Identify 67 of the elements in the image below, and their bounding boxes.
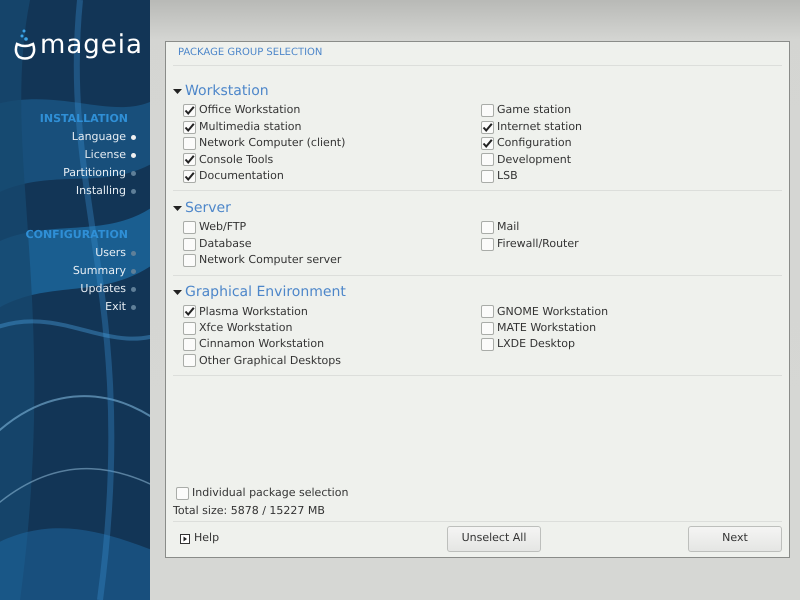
logo-text: mageia [40, 30, 143, 60]
step-label: License [84, 146, 126, 163]
checkbox[interactable] [183, 322, 196, 335]
section-title: CONFIGURATION [26, 227, 128, 243]
option-label: Development [497, 152, 572, 168]
total-size: Total size: 5878 / 15227 MB [173, 503, 326, 519]
step-label: Language [72, 128, 126, 145]
option-label: Mail [497, 219, 520, 236]
checkbox[interactable] [183, 354, 196, 368]
option-label: Web/FTP [199, 219, 246, 236]
checkbox[interactable] [183, 305, 196, 318]
option-label: Firewall/Router [497, 236, 579, 252]
checkbox[interactable] [183, 221, 196, 234]
checkbox[interactable] [481, 104, 494, 118]
option-label: LXDE Desktop [497, 336, 575, 352]
expander-icon [173, 204, 182, 213]
expander-icon [173, 87, 182, 96]
checkbox[interactable] [183, 120, 196, 134]
step-label: Installing [76, 182, 126, 199]
checkbox[interactable] [481, 153, 494, 166]
option-label: Network Computer server [199, 252, 342, 268]
checkbox[interactable] [481, 305, 494, 318]
option-label: Other Graphical Desktops [199, 352, 341, 369]
option-label: Documentation [199, 168, 284, 184]
unselect-all-button[interactable]: Unselect All [447, 526, 541, 552]
option-label: LSB [497, 168, 518, 184]
cauldron-icon [14, 28, 36, 60]
checkbox[interactable] [183, 238, 196, 251]
section-title: INSTALLATION [40, 111, 128, 127]
option-label: Multimedia station [199, 118, 302, 135]
option-label: Xfce Workstation [199, 320, 292, 336]
checkbox[interactable] [481, 338, 494, 352]
checkbox[interactable] [183, 136, 196, 150]
option-label: Console Tools [199, 152, 274, 168]
expander-icon [173, 288, 182, 298]
checkbox[interactable] [183, 170, 196, 183]
step-label: Partitioning [63, 164, 126, 181]
option-label: Database [199, 236, 252, 252]
checkbox[interactable] [481, 120, 494, 134]
option-label: Game station [497, 102, 572, 118]
option-label: Configuration [497, 135, 572, 152]
checkbox[interactable] [183, 153, 196, 166]
checkbox[interactable] [481, 238, 494, 251]
option-label: Internet station [497, 118, 582, 135]
option-label: Plasma Workstation [199, 304, 308, 320]
checkbox[interactable] [183, 338, 196, 352]
step-label: Summary [72, 262, 126, 279]
step-label: Exit [105, 298, 126, 315]
option-label: Network Computer (client) [199, 135, 346, 152]
step-label: Users [95, 244, 126, 261]
option-label: MATE Workstation [497, 320, 596, 336]
checkbox[interactable] [481, 221, 494, 234]
help-button[interactable]: Help [180, 530, 300, 547]
option-label: Cinnamon Workstation [199, 336, 324, 352]
page-title: PACKAGE GROUP SELECTION [178, 47, 322, 58]
checkbox[interactable] [481, 136, 494, 150]
checkbox[interactable] [183, 104, 196, 118]
checkbox[interactable] [481, 170, 494, 183]
checkbox[interactable] [183, 254, 196, 267]
checkbox[interactable] [481, 322, 494, 335]
option-label: Office Workstation [199, 102, 300, 118]
next-button[interactable]: Next [688, 526, 782, 552]
checkbox[interactable] [176, 486, 189, 500]
expand-icon [180, 534, 190, 544]
option-label: GNOME Workstation [497, 304, 608, 320]
option-label: Individual package selection [192, 484, 348, 501]
step-label: Updates [80, 280, 126, 297]
